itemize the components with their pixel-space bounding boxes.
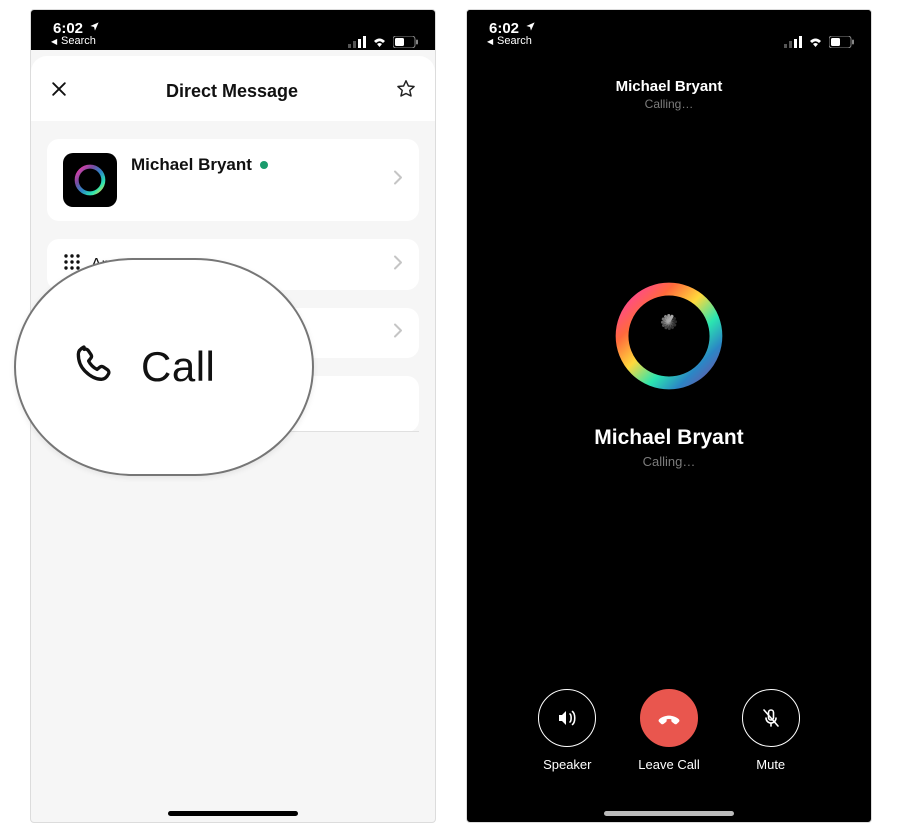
speaker-label: Speaker	[543, 757, 591, 772]
call-label[interactable]: Call	[141, 343, 215, 391]
user-card[interactable]: Michael Bryant	[47, 139, 419, 221]
user-name: Michael Bryant	[131, 155, 403, 175]
call-callout: Call	[14, 258, 314, 476]
callee-avatar	[605, 272, 733, 400]
call-status-small: Calling…	[467, 97, 871, 111]
close-icon[interactable]	[49, 79, 69, 104]
page-title: Direct Message	[166, 81, 298, 102]
user-avatar	[63, 153, 117, 207]
speaker-icon	[555, 706, 579, 730]
star-icon[interactable]	[395, 78, 417, 105]
hangup-icon	[655, 704, 683, 732]
leave-control: Leave Call	[638, 689, 699, 772]
mute-button[interactable]	[742, 689, 800, 747]
home-indicator[interactable]	[168, 811, 298, 816]
status-bar: 6:02 Search	[467, 10, 871, 50]
mute-label: Mute	[756, 757, 785, 772]
call-status-large: Calling…	[643, 454, 696, 469]
call-controls: Speaker Leave Call Mute	[467, 689, 871, 772]
callee-name-large: Michael Bryant	[594, 426, 743, 450]
mute-control: Mute	[742, 689, 800, 772]
location-icon	[89, 21, 100, 32]
presence-online-icon	[260, 161, 268, 169]
call-center: Michael Bryant Calling…	[467, 272, 871, 469]
chevron-right-icon	[393, 170, 403, 191]
leave-call-button[interactable]	[640, 689, 698, 747]
loading-spinner-icon	[655, 322, 683, 350]
status-icons	[784, 36, 855, 48]
back-to-search[interactable]: Search	[489, 36, 536, 48]
dm-header: Direct Message	[31, 56, 435, 121]
home-indicator[interactable]	[604, 811, 734, 816]
phone-icon	[71, 343, 115, 392]
battery-icon	[829, 36, 855, 48]
chevron-right-icon	[393, 323, 403, 344]
wifi-icon	[807, 36, 824, 48]
leave-call-label: Leave Call	[638, 757, 699, 772]
mute-icon	[759, 706, 783, 730]
back-to-search[interactable]: Search	[53, 36, 100, 48]
status-icons	[348, 36, 419, 48]
cellular-icon	[348, 36, 366, 48]
cellular-icon	[784, 36, 802, 48]
status-time: 6:02	[489, 21, 536, 37]
battery-icon	[393, 36, 419, 48]
phone-calling: 6:02 Search Michael Bryant Calling…	[466, 9, 872, 823]
location-icon	[525, 21, 536, 32]
call-header: Michael Bryant Calling…	[467, 50, 871, 111]
status-bar: 6:02 Search	[31, 10, 435, 50]
status-time: 6:02	[53, 21, 100, 37]
speaker-button[interactable]	[538, 689, 596, 747]
wifi-icon	[371, 36, 388, 48]
chevron-right-icon	[393, 254, 403, 275]
callee-name-small: Michael Bryant	[467, 78, 871, 95]
speaker-control: Speaker	[538, 689, 596, 772]
